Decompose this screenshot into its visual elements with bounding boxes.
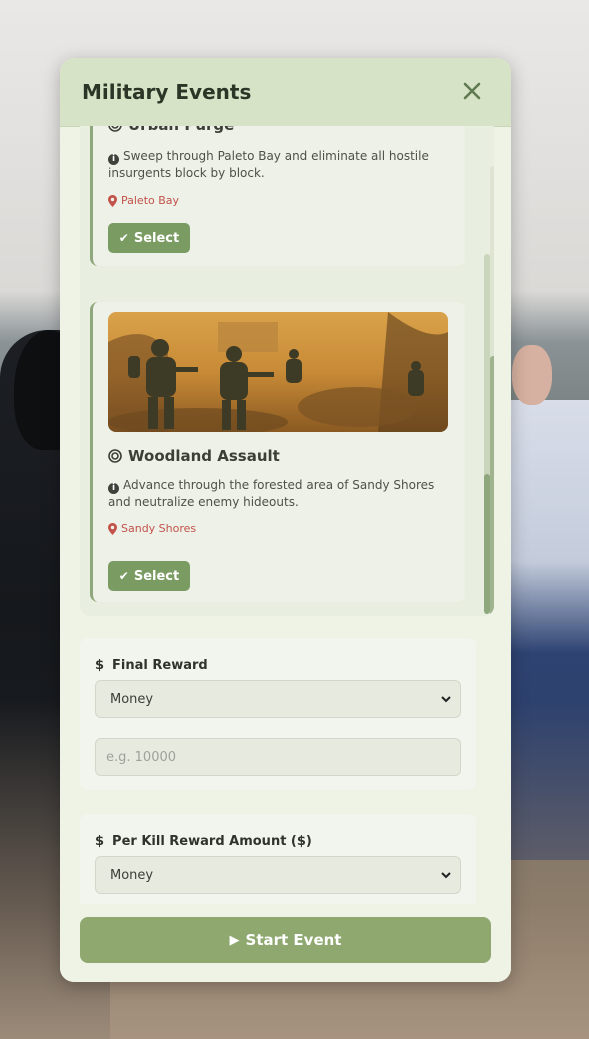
event-description-text: Sweep through Paleto Bay and eliminate a…	[108, 149, 429, 180]
panel-scrollbar-thumb[interactable]	[484, 474, 490, 614]
start-event-button[interactable]: ▶ Start Event	[80, 917, 491, 963]
select-button-label: Select	[133, 230, 180, 246]
soldiers-image	[108, 312, 448, 432]
event-card-urban-purge: Urban Purge iSweep through Paleto Bay an…	[90, 126, 465, 266]
close-icon	[463, 82, 481, 100]
panel-header: Military Events	[60, 58, 511, 127]
check-icon: ✔	[118, 569, 129, 583]
final-reward-section: $ Final Reward Money	[80, 638, 476, 790]
chevron-down-icon	[441, 696, 451, 703]
event-name: Urban Purge	[128, 126, 234, 134]
per-kill-reward-label-text: Per Kill Reward Amount ($)	[112, 834, 312, 849]
background-character-right-head	[512, 345, 552, 405]
event-location: Sandy Shores	[108, 522, 196, 535]
military-events-panel: Military Events Urban Purge iSweep throu…	[60, 58, 511, 982]
event-location: Paleto Bay	[108, 194, 179, 207]
start-event-label: Start Event	[245, 931, 342, 949]
event-name-row: Woodland Assault	[108, 447, 280, 465]
close-button[interactable]	[459, 78, 485, 104]
select-event-button[interactable]: ✔ Select	[108, 561, 190, 591]
events-list[interactable]: Urban Purge iSweep through Paleto Bay an…	[80, 126, 494, 616]
events-scrollbar[interactable]	[490, 166, 494, 616]
events-scrollbar-thumb[interactable]	[490, 356, 494, 616]
panel-scrollbar[interactable]	[484, 254, 490, 614]
final-reward-type-value: Money	[110, 691, 154, 707]
map-pin-icon	[108, 194, 117, 207]
select-event-button[interactable]: ✔ Select	[108, 223, 190, 253]
event-location-text: Paleto Bay	[121, 194, 180, 207]
play-icon: ▶	[229, 932, 240, 948]
final-reward-label-text: Final Reward	[112, 658, 208, 673]
final-reward-amount-input[interactable]	[95, 738, 461, 776]
event-card-woodland-assault: Woodland Assault i Advance through the fo…	[90, 302, 465, 602]
target-icon	[108, 449, 122, 463]
target-icon	[108, 126, 122, 132]
chevron-down-icon	[441, 872, 451, 879]
event-description: i Advance through the forested area of Sa…	[108, 477, 456, 511]
event-name-row: Urban Purge	[108, 126, 234, 134]
event-description-text: Advance through the forested area of San…	[108, 478, 435, 509]
info-icon: i	[108, 154, 119, 165]
final-reward-type-select[interactable]: Money	[95, 680, 461, 718]
final-reward-label: $ Final Reward	[95, 658, 208, 673]
panel-scroll-area[interactable]: Urban Purge iSweep through Paleto Bay an…	[60, 126, 511, 936]
panel-title: Military Events	[82, 80, 252, 104]
select-button-label: Select	[133, 568, 180, 584]
event-name: Woodland Assault	[128, 447, 280, 465]
event-description: i Sweep through Paleto Bay and eliminate …	[108, 148, 456, 182]
per-kill-reward-type-value: Money	[110, 867, 154, 883]
check-icon: ✔	[118, 231, 129, 245]
event-image	[108, 312, 448, 432]
info-icon: i	[108, 483, 119, 494]
per-kill-reward-label: $ Per Kill Reward Amount ($)	[95, 834, 312, 849]
dollar-icon: $	[95, 658, 105, 673]
dollar-icon: $	[95, 834, 105, 849]
map-pin-icon	[108, 522, 117, 535]
panel-footer: ▶ Start Event	[60, 904, 511, 982]
event-location-text: Sandy Shores	[121, 522, 197, 535]
per-kill-reward-type-select[interactable]: Money	[95, 856, 461, 894]
